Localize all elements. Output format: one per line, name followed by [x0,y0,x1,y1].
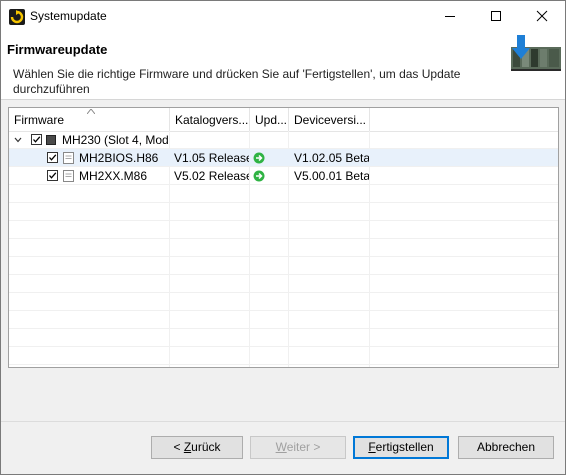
empty-row [9,185,558,203]
empty-row [9,221,558,239]
finish-button-mnemonic: F [368,440,376,454]
firmware-table: Firmware Katalogvers... Upd... Devicever… [8,107,559,368]
checkmark-icon [49,172,57,179]
empty-row [9,347,558,365]
catalog-version: V1.05 Release [174,151,249,165]
finish-button-label: ertigstellen [375,440,434,454]
firmware-name: MH2XX.M86 [79,169,148,183]
next-button-mnemonic: W [275,440,287,454]
device-version: V5.00.01 Beta [294,169,369,183]
next-button-label: eiter > [286,440,321,454]
group-checkbox[interactable] [31,134,42,145]
empty-row [9,329,558,347]
catalog-version: V5.02 Release [174,169,249,183]
wizard-header: Firmwareupdate Wählen Sie die richtige F… [1,31,565,100]
close-button[interactable] [519,1,565,31]
checkmark-icon [49,154,57,161]
empty-row [9,239,558,257]
minimize-icon [445,16,455,17]
footer-divider [1,421,565,422]
group-label: MH230 (Slot 4, Mod [62,133,169,147]
table-row[interactable]: MH2BIOS.H86 V1.05 Release V1.02.05 Beta [9,149,558,167]
title-bar: Systemupdate [1,1,565,31]
file-icon [63,152,74,164]
column-header-update[interactable]: Upd... [250,108,289,131]
device-version: V1.02.05 Beta [294,151,369,165]
firmware-download-icon [511,35,561,71]
module-icon [46,135,56,145]
app-logo-icon [9,9,25,25]
tree-group-row[interactable]: MH230 (Slot 4, Mod [9,131,558,149]
cancel-button[interactable]: Abbrechen [458,436,554,459]
row-checkbox[interactable] [47,170,58,181]
finish-button[interactable]: Fertigstellen [353,436,449,459]
close-icon [536,10,548,22]
table-row[interactable]: MH2XX.M86 V5.02 Release V5.00.01 Beta [9,167,558,185]
empty-row [9,257,558,275]
next-button[interactable]: Weiter > [250,436,346,459]
empty-row [9,311,558,329]
maximize-icon [491,11,501,21]
page-description: Wählen Sie die richtige Firmware und drü… [13,67,461,96]
row-checkbox[interactable] [47,152,58,163]
green-arrow-icon [253,170,265,182]
column-header-catalog-version[interactable]: Katalogvers... [170,108,250,131]
file-icon [63,170,74,182]
back-button-prefix: < [173,440,184,454]
firmware-name: MH2BIOS.H86 [79,151,159,165]
back-button[interactable]: < Zurück [151,436,243,459]
checkmark-icon [33,136,41,143]
window-title: Systemupdate [30,9,107,23]
back-button-label: urück [191,440,221,454]
column-header-firmware[interactable]: Firmware [9,108,170,131]
system-update-dialog: Systemupdate Firmwareupdate Wählen Sie d… [0,0,566,475]
empty-row [9,275,558,293]
empty-row [9,203,558,221]
minimize-button[interactable] [427,1,473,31]
empty-row [9,293,558,311]
column-header-device-version[interactable]: Deviceversi... [289,108,370,131]
page-title: Firmwareupdate [7,42,108,57]
maximize-button[interactable] [473,1,519,31]
table-header: Firmware Katalogvers... Upd... Devicever… [9,108,558,132]
chevron-down-icon[interactable] [14,136,22,144]
green-arrow-icon [253,152,265,164]
